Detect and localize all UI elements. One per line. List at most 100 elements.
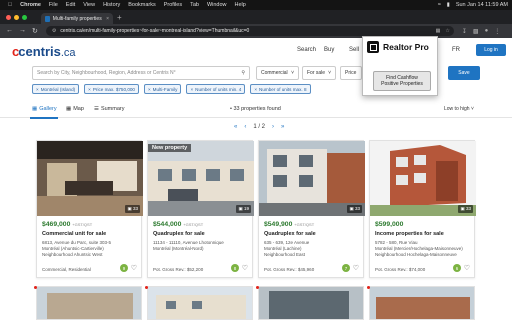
sort-select[interactable]: Low to high ˅ — [444, 106, 474, 112]
minimize-window-button[interactable] — [14, 14, 19, 20]
reload-icon[interactable]: ↻ — [32, 27, 38, 35]
new-tab-icon[interactable]: + — [117, 13, 122, 22]
first-page-icon[interactable]: « — [234, 124, 237, 130]
menu-bookmarks[interactable]: Bookmarks — [128, 2, 156, 8]
status-dot — [256, 286, 259, 289]
close-window-button[interactable] — [6, 14, 11, 20]
menu-app-name[interactable]: Chrome — [20, 2, 41, 8]
listing-address: 5782 - 580, Rue Viau — [375, 240, 418, 245]
menu-file[interactable]: File — [49, 2, 58, 8]
search-icon[interactable]: ⚲ — [241, 70, 245, 76]
listing-type-select[interactable]: For sale ˅ — [302, 66, 336, 80]
site-info-icon[interactable]: ⚙ — [52, 28, 56, 34]
heart-icon[interactable]: ♡ — [242, 264, 248, 272]
chevron-down-icon: ˅ — [291, 70, 294, 76]
heart-icon[interactable]: ♡ — [131, 264, 137, 272]
battery-icon[interactable]: ▮ — [447, 2, 450, 8]
browser-tab[interactable]: Multi-family properties for sa × — [41, 13, 113, 24]
menu-help[interactable]: Help — [235, 2, 246, 8]
filter-chip[interactable]: × Multi-Family — [143, 84, 182, 94]
clock-text[interactable]: Sun Jan 14 11:59 AM — [456, 2, 508, 8]
bookmark-star-icon[interactable]: ☆ — [445, 28, 449, 34]
gallery-view-tab[interactable]: ▦ Gallery — [32, 106, 57, 112]
filter-chip[interactable]: × Number of units max. 8 — [250, 84, 311, 94]
filter-chip[interactable]: × Price max. $750,000 — [84, 84, 139, 94]
menu-edit[interactable]: Edit — [66, 2, 75, 8]
listing-neighbourhood: Neighbourhood Ahuntsic West — [42, 252, 103, 257]
nav-sell[interactable]: Sell — [349, 47, 359, 53]
listing-photo — [37, 287, 141, 319]
find-cashflow-button[interactable]: Find Cashflow Positive Properties — [373, 71, 431, 91]
close-tab-icon[interactable]: × — [106, 16, 109, 22]
filter-chip[interactable]: × Number of units min. 4 — [186, 84, 246, 94]
filter-chip[interactable]: × Montréal (Island) — [32, 84, 80, 94]
menu-profiles[interactable]: Profiles — [164, 2, 182, 8]
summary-view-tab[interactable]: ☰ Summary — [94, 106, 124, 112]
remove-filter-icon[interactable]: × — [36, 87, 39, 92]
address-bar[interactable]: ⚙ centris.ca/en/multi-family-properties~… — [45, 26, 454, 36]
listing-card[interactable] — [36, 286, 142, 320]
extension-name: Realtor Pro — [383, 42, 429, 52]
alert-bell-icon[interactable]: ⚐ — [470, 67, 477, 76]
photo-count: ▣ 33 — [458, 205, 473, 213]
listing-photo[interactable]: ▣ 33 — [37, 141, 143, 216]
logo-text: centris — [18, 44, 61, 59]
wifi-icon[interactable]: ≈ — [438, 2, 441, 8]
centris-favicon-icon — [45, 15, 50, 22]
map-view-tab[interactable]: ▦ Map — [66, 106, 84, 112]
listing-card[interactable]: ▣ 33 $599,000 Income properties for sale… — [369, 140, 476, 278]
status-dot — [34, 286, 37, 289]
listing-card[interactable]: ▣ 33 $469,000 +GST/QST Commercial unit f… — [36, 140, 143, 278]
listing-photo[interactable]: ▣ 33 — [370, 141, 476, 216]
grid-icon: ▦ — [32, 106, 38, 112]
centris-logo[interactable]: ccentris.ca — [12, 44, 76, 59]
maximize-window-button[interactable] — [22, 14, 27, 20]
forward-icon[interactable]: → — [19, 27, 26, 35]
nav-buy[interactable]: Buy — [324, 47, 334, 53]
listing-photo — [148, 287, 252, 319]
heart-icon[interactable]: ♡ — [464, 264, 470, 272]
language-toggle[interactable]: FR — [452, 47, 460, 53]
next-page-icon[interactable]: › — [272, 124, 274, 130]
menu-view[interactable]: View — [83, 2, 95, 8]
remove-filter-icon[interactable]: × — [88, 87, 91, 92]
score-badge: 7 — [342, 264, 350, 272]
login-button[interactable]: Log in — [476, 44, 506, 56]
filter-chips: × Montréal (Island) × Price max. $750,000 … — [32, 84, 311, 94]
heart-icon[interactable]: ♡ — [353, 264, 359, 272]
photo-count: ▣ 33 — [125, 205, 140, 213]
listing-photo[interactable]: New property ▣ 19 — [148, 141, 254, 216]
remove-filter-icon[interactable]: × — [254, 87, 257, 92]
listing-card[interactable]: ▣ 33 $549,900 +GST/QST Quadruplex for sa… — [258, 140, 365, 278]
extension-icon[interactable]: ▦ — [436, 28, 441, 34]
realtor-pro-popup: Realtor Pro Find Cashflow Positive Prope… — [362, 36, 438, 96]
menu-window[interactable]: Window — [207, 2, 227, 8]
listing-photo[interactable]: ▣ 33 — [259, 141, 365, 216]
menu-tab[interactable]: Tab — [190, 2, 199, 8]
listing-title: Income properties for sale — [375, 231, 444, 237]
listing-card[interactable] — [369, 286, 475, 320]
menu-history[interactable]: History — [103, 2, 120, 8]
listing-card[interactable]: New property ▣ 19 $544,000 +GST/QST Quad… — [147, 140, 254, 278]
prev-page-icon[interactable]: ‹ — [244, 124, 246, 130]
window-controls — [6, 14, 27, 20]
nav-search[interactable]: Search — [297, 47, 316, 53]
puzzle-icon[interactable]: ▩ — [473, 28, 479, 35]
price-select[interactable]: Price — [340, 66, 362, 80]
kebab-menu-icon[interactable]: ⋮ — [494, 28, 500, 35]
profile-icon[interactable]: ● — [485, 28, 489, 35]
apple-icon[interactable]:  — [8, 2, 12, 8]
search-input[interactable]: Search by City, Neighbourhood, Region, A… — [32, 66, 250, 80]
pagination: « ‹ 1 / 2 › » — [234, 124, 284, 130]
download-icon[interactable]: ↧ — [462, 28, 467, 35]
remove-filter-icon[interactable]: × — [148, 87, 151, 92]
listing-card[interactable] — [258, 286, 364, 320]
listing-card[interactable] — [147, 286, 253, 320]
back-icon[interactable]: ← — [6, 27, 13, 35]
category-select[interactable]: Commercial ˅ — [256, 66, 299, 80]
summary-label: Summary — [100, 106, 125, 112]
category-value: Commercial — [261, 70, 288, 76]
remove-filter-icon[interactable]: × — [190, 87, 193, 92]
map-icon: ▦ — [66, 106, 72, 112]
last-page-icon[interactable]: » — [281, 124, 284, 130]
